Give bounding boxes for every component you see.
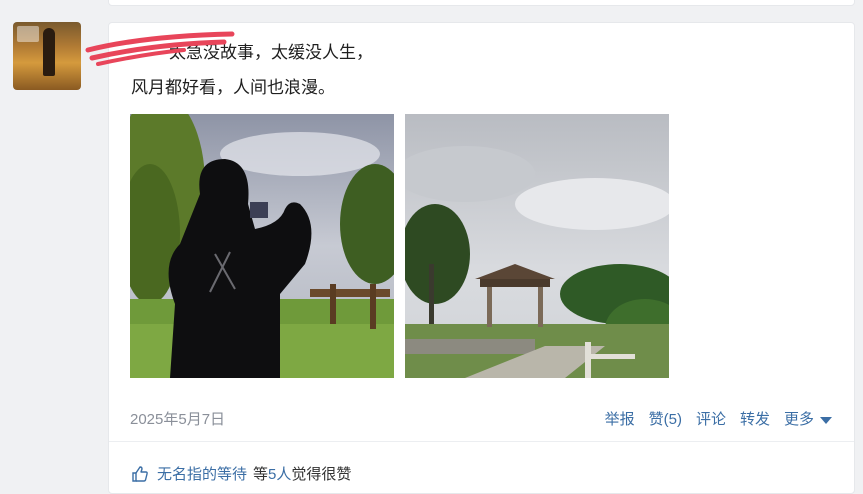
- likes-summary: 无名指的等待 等 5人 觉得很赞: [131, 463, 351, 484]
- report-button[interactable]: 举报: [605, 408, 635, 429]
- likes-suffix-text: 觉得很赞: [291, 466, 352, 483]
- liker-name-link[interactable]: 无名指的等待: [157, 463, 247, 484]
- avatar-figure: [43, 28, 55, 76]
- photo-woman-taking-picture: [130, 114, 394, 378]
- post-text-line-2: 风月都好看，人间也浪漫。: [131, 78, 335, 97]
- thumbs-up-icon: [132, 465, 148, 482]
- likes-middle-text: 等: [253, 466, 269, 483]
- redaction-scribble: [85, 31, 235, 66]
- avatar-window-light: [17, 26, 39, 42]
- comment-button[interactable]: 评论: [696, 408, 726, 429]
- post-photo-2[interactable]: [405, 114, 669, 378]
- post-card: 太急没故事，太缓没人生， 风月都好看，人间也浪漫。 2025年5月7日 举报 赞…: [108, 22, 855, 494]
- more-button[interactable]: 更多: [784, 408, 832, 429]
- triangle-down-icon: [820, 416, 832, 424]
- like-button[interactable]: 赞(5): [649, 408, 682, 429]
- photo-pavilion-park: [405, 114, 669, 378]
- divider: [109, 441, 854, 442]
- post-date: 2025年5月7日: [130, 411, 226, 428]
- forward-button[interactable]: 转发: [740, 408, 770, 429]
- avatar[interactable]: [13, 22, 81, 90]
- post-photo-1[interactable]: [130, 114, 394, 378]
- post-actions: 举报 赞(5) 评论 转发 更多: [605, 408, 832, 429]
- likes-count-link[interactable]: 5人: [268, 463, 291, 484]
- more-label: 更多: [783, 411, 814, 428]
- previous-post-card-edge: [108, 0, 855, 6]
